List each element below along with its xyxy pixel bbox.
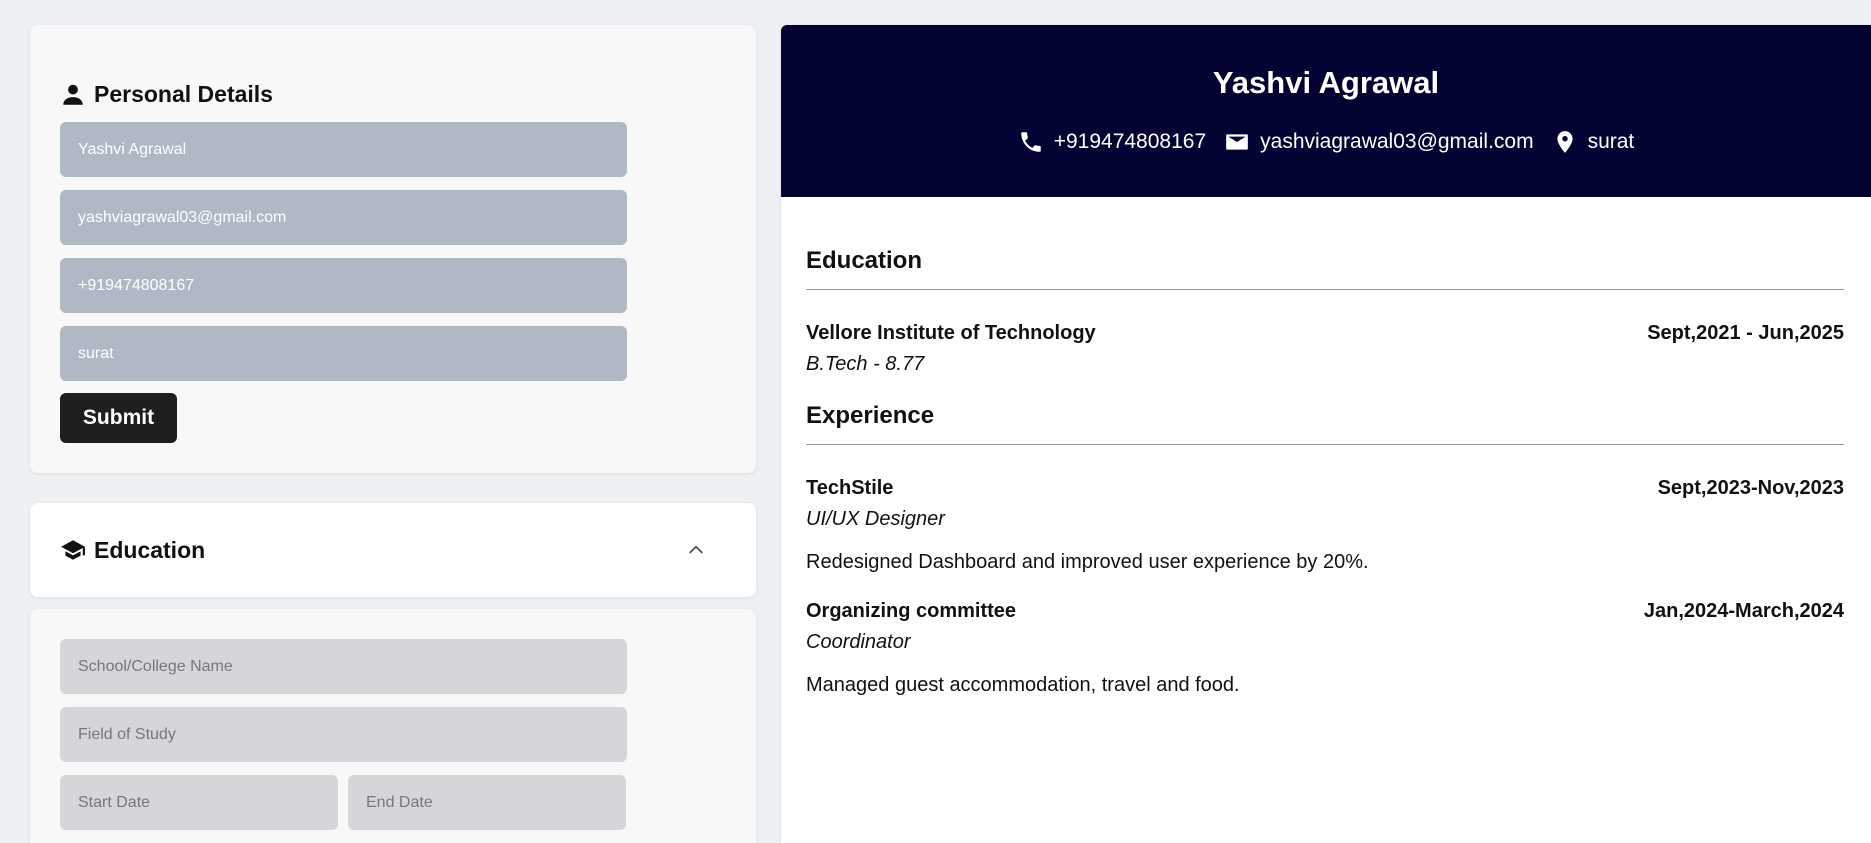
contact-phone-text: +919474808167: [1053, 130, 1207, 153]
start-date-input[interactable]: Start Date: [60, 775, 338, 830]
school-input[interactable]: School/College Name: [60, 639, 627, 694]
resume-name: Yashvi Agrawal: [1212, 65, 1440, 100]
education-title: Education: [60, 537, 205, 564]
contact-location-text: surat: [1587, 130, 1635, 153]
institution-name: Vellore Institute of Technology: [806, 322, 1096, 344]
phone-icon: [1018, 129, 1044, 155]
education-form: School/College Name Field of Study Start…: [30, 609, 756, 843]
editor-panel: Personal Details Yashvi Agrawal yashviag…: [30, 25, 756, 843]
contact-row: +919474808167 yashviagrawal03@gmail.com …: [781, 129, 1871, 155]
resume-experience-title: Experience: [806, 402, 1844, 445]
contact-email: yashviagrawal03@gmail.com: [1224, 129, 1534, 155]
company-name: Organizing committee: [806, 600, 1017, 622]
phone-input[interactable]: +919474808167: [60, 258, 627, 313]
location-input[interactable]: surat: [60, 326, 627, 381]
date-row: Start Date End Date: [60, 775, 726, 843]
experience-description: Redesigned Dashboard and improved user e…: [806, 551, 1369, 573]
contact-phone: +919474808167: [1018, 129, 1206, 155]
education-label: Education: [94, 536, 206, 563]
experience-dates: Sept,2023-Nov,2023: [1657, 477, 1844, 499]
resume-body: Education Vellore Institute of Technolog…: [781, 197, 1871, 697]
experience-dates: Jan,2024-March,2024: [1643, 600, 1844, 622]
resume-education-title: Education: [806, 247, 1844, 290]
company-name: TechStile: [806, 477, 894, 499]
personal-details-title: Personal Details: [60, 81, 726, 108]
submit-button[interactable]: Submit: [60, 393, 177, 443]
education-entry-row: Vellore Institute of Technology Sept,202…: [806, 322, 1844, 345]
degree: B.Tech - 8.77: [806, 353, 925, 375]
contact-location: surat: [1552, 129, 1635, 155]
resume-header: Yashvi Agrawal +919474808167 yashviagraw…: [781, 25, 1871, 197]
experience-description: Managed guest accommodation, travel and …: [806, 674, 1240, 696]
personal-details-label: Personal Details: [94, 81, 273, 107]
chevron-up-icon[interactable]: [686, 540, 706, 560]
field-of-study-input[interactable]: Field of Study: [60, 707, 627, 762]
graduation-cap-icon: [60, 537, 86, 563]
person-icon: [60, 82, 86, 108]
role: Coordinator: [806, 631, 911, 653]
email-input[interactable]: yashviagrawal03@gmail.com: [60, 190, 627, 245]
contact-email-text: yashviagrawal03@gmail.com: [1260, 130, 1534, 153]
mail-icon: [1224, 129, 1250, 155]
education-entry: Vellore Institute of Technology Sept,202…: [806, 322, 1844, 376]
role: UI/UX Designer: [806, 508, 945, 530]
experience-entry: Organizing committee Jan,2024-March,2024…: [806, 600, 1844, 697]
personal-details-card: Personal Details Yashvi Agrawal yashviag…: [30, 25, 756, 473]
experience-entry: TechStile Sept,2023-Nov,2023 UI/UX Desig…: [806, 477, 1844, 574]
experience-entry-row: TechStile Sept,2023-Nov,2023: [806, 477, 1844, 500]
education-dates: Sept,2021 - Jun,2025: [1647, 322, 1844, 344]
end-date-input[interactable]: End Date: [348, 775, 626, 830]
experience-entry-row: Organizing committee Jan,2024-March,2024: [806, 600, 1844, 623]
education-accordion-header[interactable]: Education: [30, 503, 756, 597]
full-name-input[interactable]: Yashvi Agrawal: [60, 122, 627, 177]
location-pin-icon: [1552, 129, 1578, 155]
resume-preview: Yashvi Agrawal +919474808167 yashviagraw…: [781, 25, 1871, 843]
